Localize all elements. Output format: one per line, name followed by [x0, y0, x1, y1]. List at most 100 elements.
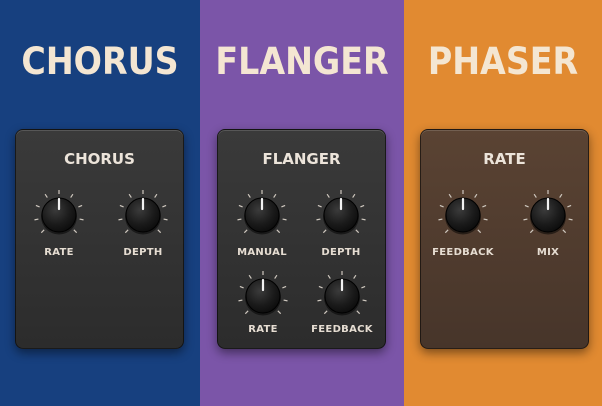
knob-tick — [322, 229, 327, 234]
knob-tick — [568, 218, 573, 221]
knob-tick — [353, 274, 357, 279]
knob-tick — [444, 229, 449, 234]
knob-tick — [474, 193, 478, 198]
knob-tick — [238, 299, 243, 302]
knob-tick — [482, 204, 487, 208]
knob-tick — [355, 229, 360, 234]
knob-tick — [73, 229, 78, 234]
knob-graphic — [238, 271, 288, 316]
knob-tick — [247, 193, 251, 198]
knob-tick — [273, 193, 277, 198]
chorus-panel: CHORUS RATE DEPTH — [15, 129, 184, 349]
knob-tick — [448, 193, 452, 198]
knob-tick — [276, 229, 281, 234]
knob-tick — [567, 204, 572, 208]
knob-tick — [524, 204, 529, 208]
knob-tick — [281, 204, 286, 208]
knob-tick — [277, 310, 282, 315]
knob-graphic — [237, 190, 287, 235]
phaser-column: PHASER RATE FEEDBACK MIX — [404, 0, 602, 406]
phaser-panel-title: RATE — [483, 150, 526, 168]
knob-tick — [483, 218, 488, 221]
phaser-feedback-knob[interactable] — [437, 189, 489, 241]
knob-graphic — [523, 190, 573, 235]
knob-tick — [533, 193, 537, 198]
flanger-manual-label: MANUAL — [237, 247, 287, 258]
knob-tick — [562, 229, 567, 234]
knob-tick — [79, 218, 84, 221]
flanger-column: FLANGER FLANGER MANUAL DEPTH RATE FEEDBA… — [200, 0, 404, 406]
knob-tick — [154, 193, 158, 198]
flanger-heading: FLANGER — [215, 40, 389, 83]
flanger-panel: FLANGER MANUAL DEPTH RATE FEEDBACK — [217, 129, 386, 349]
knob-tick — [318, 285, 323, 289]
chorus-panel-title: CHORUS — [64, 150, 135, 168]
phaser-heading: PHASER — [427, 40, 579, 83]
knob-tick — [323, 310, 328, 315]
knob-tick — [243, 229, 248, 234]
knob-tick — [356, 310, 361, 315]
knob-tick — [248, 274, 252, 279]
knob-tick — [78, 204, 83, 208]
knob-tick — [40, 229, 45, 234]
knob-tick — [317, 204, 322, 208]
knob-tick — [439, 204, 444, 208]
knob-tick — [559, 193, 563, 198]
flanger-panel-title: FLANGER — [262, 150, 341, 168]
knob-tick — [157, 229, 162, 234]
phaser-mix-label: MIX — [536, 247, 560, 258]
flanger-depth-knob[interactable] — [315, 189, 367, 241]
flanger-depth-label: DEPTH — [321, 247, 361, 258]
flanger-rate-label: RATE — [248, 324, 278, 335]
knob-tick — [283, 299, 288, 302]
phaser-feedback-label: FEEDBACK — [432, 247, 494, 258]
knob-tick — [239, 285, 244, 289]
chorus-depth-knob[interactable] — [117, 189, 169, 241]
knob-tick — [118, 218, 123, 221]
knob-tick — [352, 193, 356, 198]
knob-tick — [317, 299, 322, 302]
knob-graphic — [118, 190, 168, 235]
knob-tick — [327, 274, 331, 279]
knob-tick — [326, 193, 330, 198]
knob-tick — [237, 218, 242, 221]
knob-tick — [162, 204, 167, 208]
chorus-column: CHORUS CHORUS RATE DEPTH — [0, 0, 200, 406]
knob-tick — [70, 193, 74, 198]
chorus-rate-knob[interactable] — [33, 189, 85, 241]
knob-graphic — [317, 271, 367, 316]
knob-tick — [119, 204, 124, 208]
knob-tick — [523, 218, 528, 221]
knob-tick — [274, 274, 278, 279]
knob-tick — [238, 204, 243, 208]
knob-tick — [124, 229, 129, 234]
knob-tick — [35, 204, 40, 208]
knob-tick — [128, 193, 132, 198]
knob-graphic — [438, 190, 488, 235]
phaser-panel: RATE FEEDBACK MIX — [420, 129, 589, 349]
knob-tick — [362, 299, 367, 302]
knob-tick — [529, 229, 534, 234]
flanger-rate-knob[interactable] — [237, 270, 289, 322]
knob-tick — [477, 229, 482, 234]
chorus-rate-label: RATE — [44, 247, 74, 258]
knob-tick — [438, 218, 443, 221]
knob-tick — [44, 193, 48, 198]
knob-tick — [163, 218, 168, 221]
chorus-depth-label: DEPTH — [123, 247, 163, 258]
knob-tick — [361, 285, 366, 289]
knob-graphic — [34, 190, 84, 235]
phaser-mix-knob[interactable] — [522, 189, 574, 241]
knob-tick — [282, 285, 287, 289]
knob-tick — [361, 218, 366, 221]
chorus-heading: CHORUS — [21, 40, 179, 83]
knob-tick — [34, 218, 39, 221]
flanger-feedback-knob[interactable] — [316, 270, 368, 322]
flanger-manual-knob[interactable] — [236, 189, 288, 241]
knob-graphic — [316, 190, 366, 235]
knob-tick — [316, 218, 321, 221]
knob-tick — [282, 218, 287, 221]
knob-tick — [244, 310, 249, 315]
flanger-feedback-label: FEEDBACK — [311, 324, 373, 335]
knob-tick — [360, 204, 365, 208]
